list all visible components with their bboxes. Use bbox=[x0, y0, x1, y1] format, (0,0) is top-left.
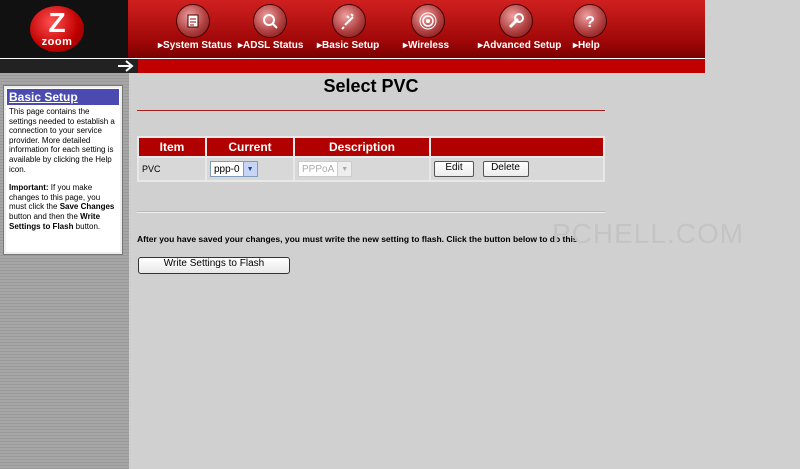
sidebar: Basic Setup This page contains the setti… bbox=[0, 73, 129, 469]
logo-letter: Z bbox=[48, 7, 66, 38]
chevron-down-icon: ▼ bbox=[337, 162, 352, 176]
flash-notice: After you have saved your changes, you m… bbox=[137, 234, 581, 244]
header-actions bbox=[431, 138, 603, 156]
header-current: Current bbox=[207, 138, 293, 156]
divider bbox=[137, 110, 605, 111]
nav-label[interactable]: Help bbox=[573, 40, 600, 51]
logo-area: Z zoom bbox=[0, 0, 128, 58]
svg-text:?: ? bbox=[585, 14, 595, 31]
description-select: PPPoA ▼ bbox=[298, 161, 353, 177]
nav-label[interactable]: Wireless bbox=[403, 40, 449, 51]
cell-actions: Edit Delete bbox=[431, 158, 603, 180]
help-important: Important: If you make changes to this p… bbox=[9, 183, 117, 231]
important-label: Important: bbox=[9, 183, 49, 193]
help-panel: Basic Setup This page contains the setti… bbox=[3, 85, 123, 255]
select-value: ppp-0 bbox=[214, 163, 240, 175]
magnifier-icon[interactable] bbox=[253, 4, 287, 38]
header-item: Item bbox=[139, 138, 205, 156]
important-text: button. bbox=[73, 221, 101, 231]
table-header-row: Item Current Description bbox=[139, 138, 603, 156]
zoom-logo[interactable]: Z zoom bbox=[30, 6, 84, 52]
help-paragraph: This page contains the settings needed t… bbox=[9, 107, 115, 174]
write-settings-button[interactable]: Write Settings to Flash bbox=[138, 257, 290, 274]
divider bbox=[137, 211, 605, 213]
edit-button[interactable]: Edit bbox=[434, 161, 474, 177]
important-save-changes: Save Changes bbox=[59, 202, 115, 212]
arrow-right-icon bbox=[118, 60, 134, 72]
status-icon[interactable] bbox=[176, 4, 210, 38]
current-pvc-select[interactable]: ppp-0 ▼ bbox=[210, 161, 258, 177]
cell-description: PPPoA ▼ bbox=[295, 158, 429, 180]
header-description: Description bbox=[295, 138, 429, 156]
chevron-down-icon[interactable]: ▼ bbox=[242, 162, 257, 176]
watermark: PCHELL.COM bbox=[552, 218, 745, 249]
nav-label[interactable]: Basic Setup bbox=[317, 40, 379, 51]
top-header: Z zoom System Status ADSL Status Basic S… bbox=[0, 0, 705, 59]
delete-button[interactable]: Delete bbox=[482, 161, 529, 177]
nav-label[interactable]: System Status bbox=[158, 40, 232, 51]
cell-current: ppp-0 ▼ bbox=[207, 158, 293, 180]
pvc-table: Item Current Description PVC ppp-0 ▼ PPPo… bbox=[137, 136, 605, 182]
plug-icon[interactable] bbox=[332, 4, 366, 38]
page-title: Select PVC bbox=[323, 76, 419, 96]
table-row: PVC ppp-0 ▼ PPPoA ▼ Edit Delete bbox=[139, 158, 603, 180]
nav-label[interactable]: ADSL Status bbox=[238, 40, 303, 51]
cell-item: PVC bbox=[139, 158, 205, 180]
sub-strip bbox=[0, 58, 705, 73]
nav-label[interactable]: Advanced Setup bbox=[478, 40, 561, 51]
select-value: PPPoA bbox=[302, 163, 335, 175]
help-title: Basic Setup bbox=[7, 89, 119, 105]
logo-word: zoom bbox=[41, 36, 73, 48]
wrench-icon[interactable] bbox=[499, 4, 533, 38]
important-text: button and then the bbox=[9, 211, 81, 221]
wireless-icon[interactable] bbox=[411, 4, 445, 38]
question-icon[interactable]: ? bbox=[573, 4, 607, 38]
